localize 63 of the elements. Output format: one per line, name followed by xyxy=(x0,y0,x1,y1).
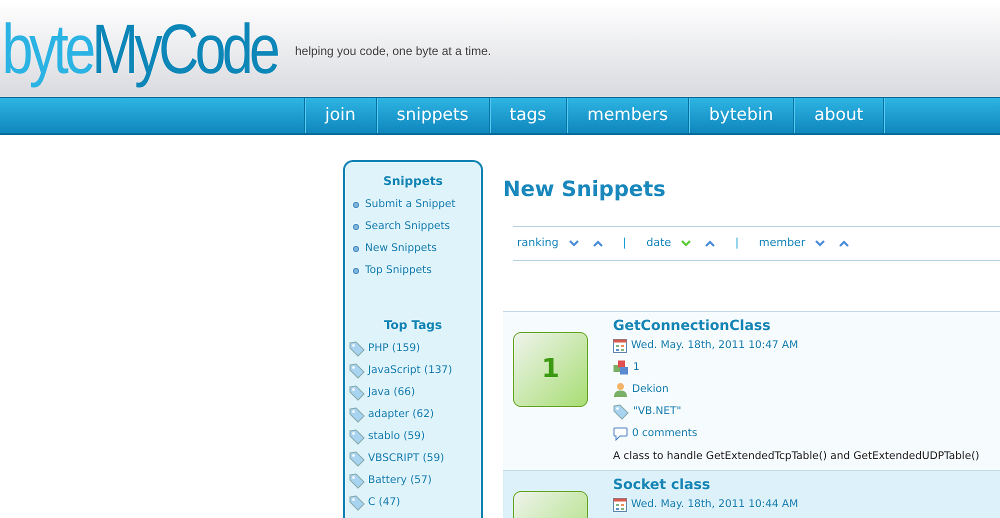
sort-ascending-icon[interactable] xyxy=(592,240,603,246)
tag-link[interactable]: adapter (62) xyxy=(368,407,434,423)
snippet-date: Wed. May. 18th, 2011 10:44 AM xyxy=(631,497,798,512)
snippet-tag[interactable]: "VB.NET" xyxy=(633,404,682,420)
bullet-icon xyxy=(353,224,359,230)
logo-word[interactable]: byte xyxy=(2,10,92,88)
tag-icon xyxy=(349,407,365,423)
snippet-comments[interactable]: 0 comments xyxy=(632,426,698,442)
tag-icon xyxy=(613,404,629,420)
tag-icon xyxy=(349,429,365,445)
nav-link[interactable]: join xyxy=(304,98,376,133)
sort-descending-icon[interactable] xyxy=(815,240,826,246)
nav-link[interactable]: about xyxy=(793,98,884,133)
tag-link[interactable]: JavaScript (137) xyxy=(368,363,452,379)
tag-icon xyxy=(349,451,365,467)
tag-link[interactable]: PHP (159) xyxy=(368,341,420,357)
calendar-icon xyxy=(613,338,627,352)
sort-link[interactable]: ranking xyxy=(517,234,559,252)
snippet-author[interactable]: Dekion xyxy=(632,382,669,398)
score-box: 1 xyxy=(513,332,588,406)
sidebar-link[interactable]: Search Snippets xyxy=(365,219,450,235)
tag-link[interactable]: stablo (59) xyxy=(368,429,425,445)
speech-bubble-icon xyxy=(613,426,628,440)
sidebar-link[interactable]: Submit a Snippet xyxy=(365,197,456,213)
tag-link[interactable]: VBSCRIPT (59) xyxy=(368,451,444,467)
snippet-title[interactable]: Socket class xyxy=(613,476,798,494)
bullet-icon xyxy=(353,246,359,252)
nav-link[interactable]: bytebin xyxy=(688,98,794,133)
nav-link[interactable]: members xyxy=(566,98,688,133)
separator: | xyxy=(735,234,739,251)
bullet-icon xyxy=(353,202,359,208)
tag-link[interactable]: Java (66) xyxy=(368,385,416,401)
sort-ascending-icon[interactable] xyxy=(705,240,716,246)
sidebar-link[interactable]: New Snippets xyxy=(365,241,437,257)
tag-icon xyxy=(349,341,365,357)
tagline: helping you code, one byte at a time. xyxy=(294,42,492,60)
calendar-icon xyxy=(613,498,627,512)
sort-descending-icon[interactable] xyxy=(681,240,692,246)
cubes-icon xyxy=(613,360,629,375)
logo-word[interactable]: MyCode xyxy=(92,10,276,88)
sort-descending-icon[interactable] xyxy=(568,240,579,246)
page-title: New Snippets xyxy=(503,176,667,203)
sort-link[interactable]: date xyxy=(646,234,672,252)
sidebar-heading: Snippets xyxy=(382,173,444,190)
tag-icon xyxy=(349,363,365,379)
tag-icon xyxy=(349,473,365,489)
sort-ascending-icon[interactable] xyxy=(839,240,850,246)
separator: | xyxy=(622,234,626,251)
snippet-description: A class to handle GetExtendedTcpTable() and GetExtendedUDPTable() xyxy=(613,448,980,464)
tag-link[interactable]: C (47) xyxy=(368,495,400,511)
nav-link[interactable]: snippets xyxy=(376,98,489,133)
snippet-votes[interactable]: 1 xyxy=(633,360,640,376)
nav-link[interactable]: tags xyxy=(488,98,566,133)
tag-icon xyxy=(349,495,365,511)
sidebar-link[interactable]: Top Snippets xyxy=(365,263,432,279)
bullet-icon xyxy=(353,268,359,274)
sidebar-heading: Top Tags xyxy=(382,317,444,334)
tag-icon xyxy=(349,385,365,401)
person-icon xyxy=(613,382,628,397)
snippet-date: Wed. May. 18th, 2011 10:47 AM xyxy=(631,338,798,353)
sort-link[interactable]: member xyxy=(758,234,806,252)
tag-link[interactable]: Battery (57) xyxy=(368,473,432,489)
snippet-title[interactable]: GetConnectionClass xyxy=(613,316,980,334)
